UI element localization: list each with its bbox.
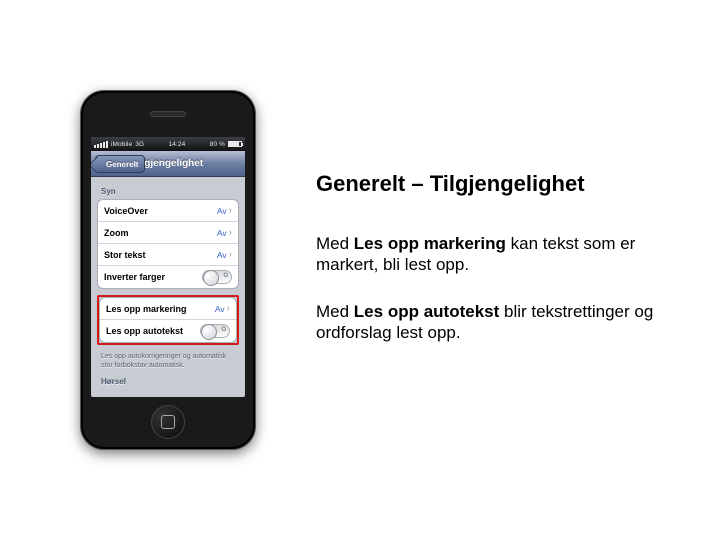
clock: 14:24 — [169, 141, 186, 148]
p1-bold: Les opp markering — [354, 234, 506, 253]
row-label: Les opp markering — [106, 304, 215, 314]
group-syn-1: VoiceOver Av › Zoom Av › Stor tekst Av › — [97, 199, 239, 289]
back-button[interactable]: Generelt — [95, 155, 145, 173]
row-voiceover[interactable]: VoiceOver Av › — [98, 200, 238, 222]
group-les-opp: Les opp markering Av › Les opp autotekst… — [99, 297, 237, 343]
status-bar: iMobile 3G 14:24 80 % — [91, 137, 245, 151]
row-value: Av — [217, 228, 227, 238]
chevron-right-icon: › — [229, 227, 232, 238]
toggle-inverter[interactable]: O — [202, 270, 232, 284]
battery-icon — [228, 141, 242, 147]
slide-heading: Generelt – Tilgjengelighet — [316, 171, 676, 197]
p2-pre: Med — [316, 302, 354, 321]
home-button[interactable] — [151, 405, 185, 439]
toggle-autotekst[interactable]: O — [200, 324, 230, 338]
row-les-opp-autotekst[interactable]: Les opp autotekst O — [100, 320, 236, 342]
row-label: VoiceOver — [104, 206, 217, 216]
phone-speaker — [150, 111, 186, 117]
p1-pre: Med — [316, 234, 354, 253]
iphone-frame: iMobile 3G 14:24 80 % Generelt Tilgjenge… — [80, 90, 256, 450]
row-les-opp-markering[interactable]: Les opp markering Av › — [100, 298, 236, 320]
row-value: Av — [217, 250, 227, 260]
section-horsel-label: Hørsel — [97, 371, 239, 389]
signal-icon — [94, 141, 108, 148]
row-inverter-farger[interactable]: Inverter farger O — [98, 266, 238, 288]
carrier-label: iMobile — [111, 141, 132, 148]
row-label: Stor tekst — [104, 250, 217, 260]
paragraph-2: Med Les opp autotekst blir tekstrettinge… — [316, 301, 676, 344]
network-label: 3G — [135, 141, 144, 148]
highlight-box: Les opp markering Av › Les opp autotekst… — [97, 295, 239, 345]
row-stor-tekst[interactable]: Stor tekst Av › — [98, 244, 238, 266]
section-syn-label: Syn — [97, 181, 239, 199]
row-zoom[interactable]: Zoom Av › — [98, 222, 238, 244]
row-value: Av — [217, 206, 227, 216]
chevron-right-icon: › — [227, 303, 230, 314]
chevron-right-icon: › — [229, 205, 232, 216]
description-column: Generelt – Tilgjengelighet Med Les opp m… — [316, 171, 676, 370]
row-value: Av — [215, 304, 225, 314]
paragraph-1: Med Les opp markering kan tekst som er m… — [316, 233, 676, 276]
nav-bar: Generelt Tilgjengelighet — [91, 151, 245, 177]
p2-bold: Les opp autotekst — [354, 302, 499, 321]
phone-screen: iMobile 3G 14:24 80 % Generelt Tilgjenge… — [91, 137, 245, 397]
row-label: Inverter farger — [104, 272, 202, 282]
chevron-right-icon: › — [229, 249, 232, 260]
battery-pct: 80 % — [210, 141, 225, 148]
back-button-label: Generelt — [106, 160, 138, 169]
row-label: Les opp autotekst — [106, 326, 200, 336]
footnote-text: Les opp autokorrigeringer og automatisk … — [97, 351, 239, 371]
toggle-off-label: O — [223, 273, 228, 279]
settings-content: Syn VoiceOver Av › Zoom Av › Stor tekst — [91, 177, 245, 389]
row-label: Zoom — [104, 228, 217, 238]
toggle-off-label: O — [221, 327, 226, 333]
